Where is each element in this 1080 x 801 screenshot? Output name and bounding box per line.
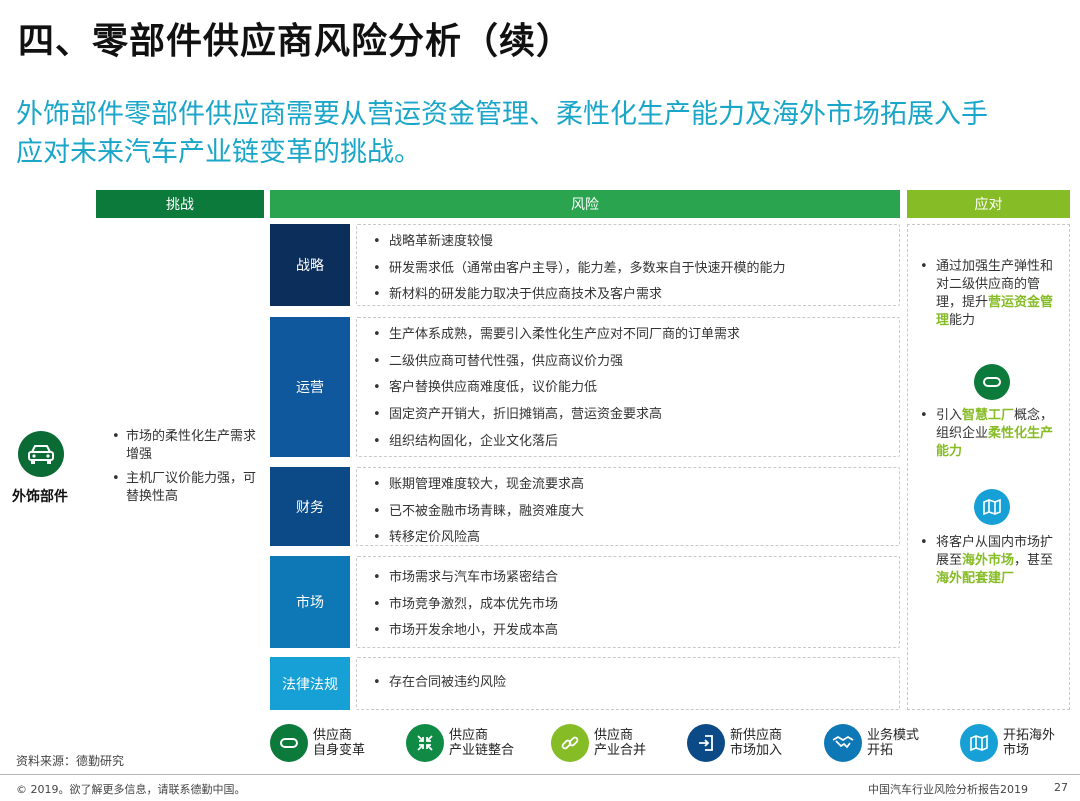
risk-item: 研发需求低（通常由客户主导），能力差，多数来自于快速开模的能力	[373, 256, 899, 283]
response-item: • 将客户从国内市场扩展至海外市场，甚至海外配套建厂	[920, 535, 1054, 586]
legend-item-new-entrant: 新供应商 市场加入	[687, 722, 814, 764]
risk-item: 战略革新速度较慢	[373, 229, 899, 256]
risk-item: 市场开发余地小，开发成本高	[373, 618, 899, 645]
risk-category-market: 市场	[270, 556, 350, 648]
challenge-item: 市场的柔性化生产需求增强	[112, 428, 262, 464]
risk-item: 账期管理难度较大，现金流要求高	[373, 472, 899, 499]
challenge-item: 主机厂议价能力强，可替换性高	[112, 470, 262, 506]
legend-item-chain-integration: 供应商 产业链整合	[406, 722, 533, 764]
map-icon	[974, 489, 1010, 525]
report-name: 中国汽车行业风险分析报告2019	[868, 783, 1028, 796]
handshake-icon	[824, 724, 862, 762]
risk-item: 新材料的研发能力取决于供应商技术及客户需求	[373, 282, 899, 309]
challenge-segment-label: 外饰部件	[12, 489, 68, 505]
enter-icon	[687, 724, 725, 762]
risk-item: 市场竞争激烈，成本优先市场	[373, 592, 899, 619]
map-icon	[960, 724, 998, 762]
risk-category-legal: 法律法规	[270, 657, 350, 710]
risk-category-finance: 财务	[270, 467, 350, 546]
header-challenge: 挑战	[96, 190, 264, 218]
response-item: • 引入智慧工厂概念，组织企业柔性化生产能力	[920, 408, 1054, 459]
loop-icon	[270, 724, 308, 762]
legend-item-business-model: 业务模式 开拓	[824, 722, 951, 764]
footer-divider	[0, 774, 1080, 775]
car-icon	[18, 431, 64, 477]
risk-item: 已不被金融市场青睐，融资难度大	[373, 499, 899, 526]
link-icon	[551, 724, 589, 762]
legend-item-self-reform: 供应商 自身变革	[270, 722, 397, 764]
risk-item: 市场需求与汽车市场紧密结合	[373, 565, 899, 592]
risk-item: 组织结构固化，企业文化落后	[373, 429, 899, 456]
subtitle-line-1: 外饰部件零部件供应商需要从营运资金管理、柔性化生产能力及海外市场拓展入手	[16, 99, 988, 130]
risk-box-strategy: 战略革新速度较慢 研发需求低（通常由客户主导），能力差，多数来自于快速开模的能力…	[356, 224, 900, 309]
risk-item: 固定资产开销大，折旧摊销高，营运资金要求高	[373, 402, 899, 429]
header-response: 应对	[907, 190, 1070, 218]
challenge-list: 市场的柔性化生产需求增强 主机厂议价能力强，可替换性高	[112, 428, 262, 512]
loop-icon	[974, 364, 1010, 400]
risk-box-legal: 存在合同被违约风险	[356, 657, 900, 710]
legend-item-overseas: 开拓海外 市场	[960, 722, 1065, 764]
page-title: 四、零部件供应商风险分析（续）	[18, 21, 574, 62]
legend-item-industry-merger: 供应商 产业合并	[551, 722, 678, 764]
risk-category-operations: 运营	[270, 317, 350, 457]
risk-box-finance: 账期管理难度较大，现金流要求高 已不被金融市场青睐，融资难度大 转移定价风险高	[356, 467, 900, 551]
copyright: © 2019。欲了解更多信息，请联系德勤中国。	[16, 783, 246, 796]
risk-item: 二级供应商可替代性强，供应商议价力强	[373, 349, 899, 376]
risk-item: 转移定价风险高	[373, 525, 899, 552]
risk-category-strategy: 战略	[270, 224, 350, 306]
page-number: 27	[1054, 781, 1068, 794]
risk-box-operations: 生产体系成熟，需要引入柔性化生产应对不同厂商的订单需求 二级供应商可替代性强，供…	[356, 317, 900, 457]
subtitle-line-2: 应对未来汽车产业链变革的挑战。	[16, 137, 421, 168]
risk-box-market: 市场需求与汽车市场紧密结合 市场竞争激烈，成本优先市场 市场开发余地小，开发成本…	[356, 556, 900, 648]
subtitle: 外饰部件零部件供应商需要从营运资金管理、柔性化生产能力及海外市场拓展入手 应对未…	[16, 96, 1066, 172]
response-item: • 通过加强生产弹性和对二级供应商的管理，提升营运资金管理能力	[920, 259, 1054, 328]
source-note: 资料来源：德勤研究	[16, 754, 125, 768]
risk-item: 存在合同被违约风险	[373, 670, 899, 697]
risk-item: 客户替换供应商难度低，议价能力低	[373, 375, 899, 402]
risk-item: 生产体系成熟，需要引入柔性化生产应对不同厂商的订单需求	[373, 322, 899, 349]
merge-arrows-icon	[406, 724, 444, 762]
header-risk: 风险	[270, 190, 900, 218]
